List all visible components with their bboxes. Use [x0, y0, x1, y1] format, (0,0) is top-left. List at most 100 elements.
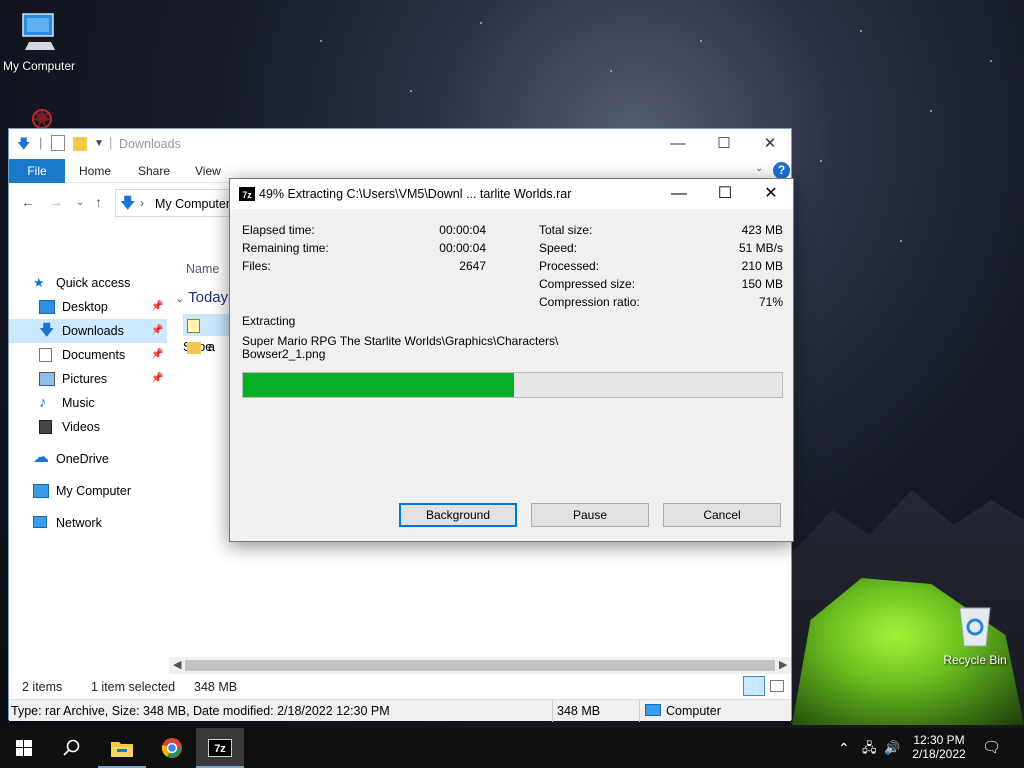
sidebar-item-documents[interactable]: Documents 📌: [9, 343, 167, 367]
search-icon[interactable]: [48, 728, 96, 768]
minimize-button[interactable]: —: [655, 129, 701, 159]
pin-icon[interactable]: 📌: [151, 295, 163, 319]
forward-arrow-icon[interactable]: →: [49, 194, 63, 210]
elapsed-time-value: 00:00:04: [439, 223, 486, 237]
qat-dropdown-icon[interactable]: ▼: [94, 138, 104, 156]
files-value: 2647: [459, 259, 486, 273]
show-hidden-icons-icon[interactable]: ⌃: [838, 728, 850, 768]
desktop-icon-recycle-bin[interactable]: Recycle Bin: [930, 602, 1020, 667]
windows-start-icon[interactable]: [0, 728, 48, 768]
window-title: Downloads: [119, 137, 181, 151]
notifications-icon[interactable]: 🗨: [982, 728, 1001, 768]
sidebar-item-onedrive[interactable]: ☁ OneDrive: [3, 447, 161, 471]
pause-button[interactable]: Pause: [531, 503, 649, 527]
collapse-chevron-icon: ⌄: [175, 293, 185, 305]
documents-icon: [39, 348, 52, 362]
pin-icon[interactable]: 📌: [151, 367, 163, 391]
processed-label: Processed:: [539, 259, 600, 273]
download-arrow-icon: 🡇: [17, 136, 31, 151]
large-icons-view-icon[interactable]: [770, 680, 784, 692]
dialog-minimize-button[interactable]: —: [656, 179, 702, 209]
desktop-icon-label: My Computer: [2, 59, 76, 73]
network-status-icon[interactable]: 🖧: [862, 728, 877, 768]
back-arrow-icon[interactable]: ←: [21, 194, 35, 210]
file-size: 348 MB: [557, 704, 601, 718]
close-button[interactable]: ✕: [747, 129, 793, 159]
processed-value: 210 MB: [741, 259, 783, 273]
clock-date: 2/18/2022: [912, 747, 966, 761]
computer-icon: [33, 484, 49, 498]
current-file-path: Super Mario RPG The Starlite Worlds\Grap…: [242, 334, 559, 348]
breadcrumb-chevron-icon: ›: [140, 196, 144, 210]
dialog-maximize-button[interactable]: ☐: [702, 179, 748, 209]
computer-icon: [22, 13, 55, 50]
file-explorer-icon[interactable]: [98, 728, 146, 768]
sidebar-item-my-computer[interactable]: My Computer: [3, 479, 161, 503]
dialog-titlebar[interactable]: 7z 49% Extracting C:\Users\VM5\Downl ...…: [230, 179, 793, 209]
cancel-button[interactable]: Cancel: [663, 503, 781, 527]
selection-size: 348 MB: [194, 680, 238, 694]
explorer-titlebar[interactable]: 🡇 | ▼ | Downloads — ☐ ✕: [9, 129, 791, 159]
volume-icon[interactable]: 🔊: [884, 728, 900, 768]
file-row[interactable]: a: [183, 336, 231, 358]
column-header-name[interactable]: Name: [186, 262, 219, 276]
speed-label: Speed:: [539, 241, 578, 255]
speed-value: 51 MB/s: [738, 241, 783, 255]
clock[interactable]: 12:30 PM 2/18/2022: [906, 728, 972, 768]
sidebar-item-pictures[interactable]: Pictures 📌: [9, 367, 167, 391]
sidebar-item-music[interactable]: ♪ Music: [9, 391, 167, 415]
item-count: 2 items: [22, 680, 63, 694]
help-icon[interactable]: ?: [773, 162, 790, 179]
dialog-title: 49% Extracting C:\Users\VM5\Downl ... ta…: [259, 187, 572, 201]
file-row[interactable]: Supe: [183, 314, 231, 354]
music-icon: ♪: [39, 394, 47, 411]
extracting-label: Extracting: [242, 314, 296, 328]
details-view-icon[interactable]: [743, 676, 765, 696]
cloud-icon: ☁: [33, 449, 49, 466]
red-app-icon[interactable]: [30, 106, 52, 129]
progress-fill: [243, 373, 514, 397]
compression-ratio-value: 71%: [758, 295, 783, 309]
tab-file[interactable]: File: [9, 159, 65, 183]
clock-time: 12:30 PM: [913, 733, 965, 747]
files-label: Files:: [242, 259, 271, 273]
pin-icon[interactable]: 📌: [151, 343, 163, 367]
scrollbar-thumb[interactable]: [185, 660, 775, 671]
recent-locations-icon[interactable]: ⌄: [76, 197, 84, 208]
compressed-size-value: 150 MB: [741, 277, 783, 291]
extraction-dialog: 7z 49% Extracting C:\Users\VM5\Downl ...…: [229, 178, 794, 542]
desktop-icon-my-computer[interactable]: My Computer: [0, 10, 84, 73]
folder-icon: [187, 341, 201, 354]
download-folder-icon: 🡇: [120, 195, 136, 212]
tab-home[interactable]: Home: [67, 159, 123, 183]
sidebar-item-downloads[interactable]: 🡇 Downloads 📌: [9, 319, 167, 343]
selection-count: 1 item selected: [91, 680, 176, 694]
maximize-button[interactable]: ☐: [701, 129, 747, 159]
breadcrumb-item[interactable]: My Computer: [155, 197, 230, 211]
sidebar-item-network[interactable]: Network: [3, 511, 161, 535]
scroll-left-icon[interactable]: ◀: [173, 658, 181, 671]
sidebar-item-quick-access[interactable]: ★ Quick access: [3, 271, 161, 295]
7zip-icon: 7z: [239, 187, 255, 201]
chrome-icon[interactable]: [148, 728, 196, 768]
computer-icon: [645, 704, 661, 716]
ribbon-expand-icon[interactable]: ⌄: [755, 163, 763, 174]
pin-icon[interactable]: 📌: [151, 319, 163, 343]
network-icon: [33, 516, 47, 528]
group-header-today[interactable]: ⌄ Today: [175, 289, 228, 306]
7zip-taskbar-button[interactable]: 7z: [196, 728, 244, 768]
7zip-icon: 7z: [208, 739, 232, 757]
taskbar: 7z ⌃ 🖧 🔊 12:30 PM 2/18/2022 🗨: [0, 728, 1024, 768]
sidebar-item-videos[interactable]: Videos: [9, 415, 167, 439]
horizontal-scrollbar[interactable]: ◀ ▶: [169, 657, 791, 674]
up-arrow-icon[interactable]: ↑: [95, 194, 102, 210]
sidebar-item-desktop[interactable]: Desktop 📌: [9, 295, 167, 319]
dialog-close-button[interactable]: ✕: [748, 179, 794, 209]
scroll-right-icon[interactable]: ▶: [779, 658, 787, 671]
background-button[interactable]: Background: [399, 503, 517, 527]
tab-share[interactable]: Share: [126, 159, 182, 183]
new-folder-icon[interactable]: [73, 137, 87, 151]
properties-icon[interactable]: [51, 135, 65, 151]
tab-view[interactable]: View: [183, 159, 233, 183]
elapsed-time-label: Elapsed time:: [242, 223, 315, 237]
